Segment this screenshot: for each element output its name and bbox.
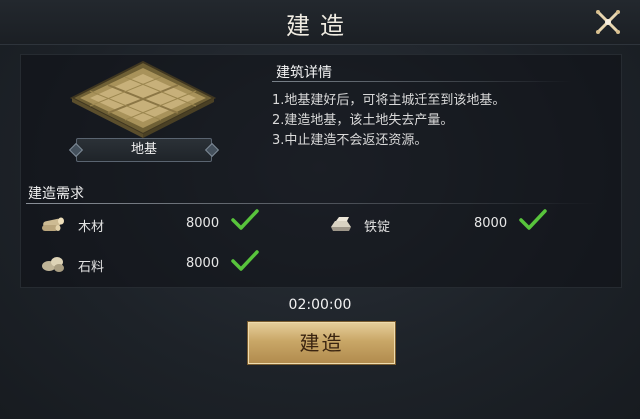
iron-ingot-amount: 8000 bbox=[474, 216, 508, 231]
wood-label: 木材 bbox=[78, 220, 105, 235]
iron-ingot-icon bbox=[327, 213, 353, 233]
wood-icon bbox=[40, 213, 66, 233]
building-name-plate: 地基 bbox=[68, 138, 220, 162]
stone-icon bbox=[40, 253, 66, 273]
stone-amount: 8000 bbox=[186, 256, 220, 271]
build-timer: 02:00:00 bbox=[288, 297, 352, 313]
detail-line-1: 1.地基建好后，可将主城迁至到该地基。 bbox=[272, 93, 506, 108]
close-icon[interactable] bbox=[594, 8, 622, 36]
building-name: 地基 bbox=[130, 142, 157, 157]
title-bar: 建造 bbox=[0, 0, 640, 45]
wood-amount: 8000 bbox=[186, 216, 220, 231]
stone-label: 石料 bbox=[78, 260, 105, 275]
dialog-title: 建造 bbox=[286, 12, 354, 40]
iron-ingot-label: 铁锭 bbox=[364, 220, 391, 235]
requirements-heading: 建造需求 bbox=[28, 186, 84, 202]
requirements-divider bbox=[26, 203, 600, 204]
details-heading: 建筑详情 bbox=[276, 65, 332, 81]
build-button[interactable]: 建造 bbox=[247, 321, 396, 365]
check-icon bbox=[230, 249, 260, 273]
check-icon bbox=[518, 208, 548, 232]
foundation-tile-image bbox=[68, 58, 218, 138]
detail-line-3: 3.中止建造不会返还资源。 bbox=[272, 133, 428, 148]
build-dialog: 建造 地基 建筑详情 1.地基建好后，可将主城迁至到该地基。 2.建造地基，该土… bbox=[0, 0, 640, 419]
detail-line-2: 2.建造地基，该土地失去产量。 bbox=[272, 113, 454, 128]
check-icon bbox=[230, 208, 260, 232]
details-divider bbox=[272, 81, 572, 82]
